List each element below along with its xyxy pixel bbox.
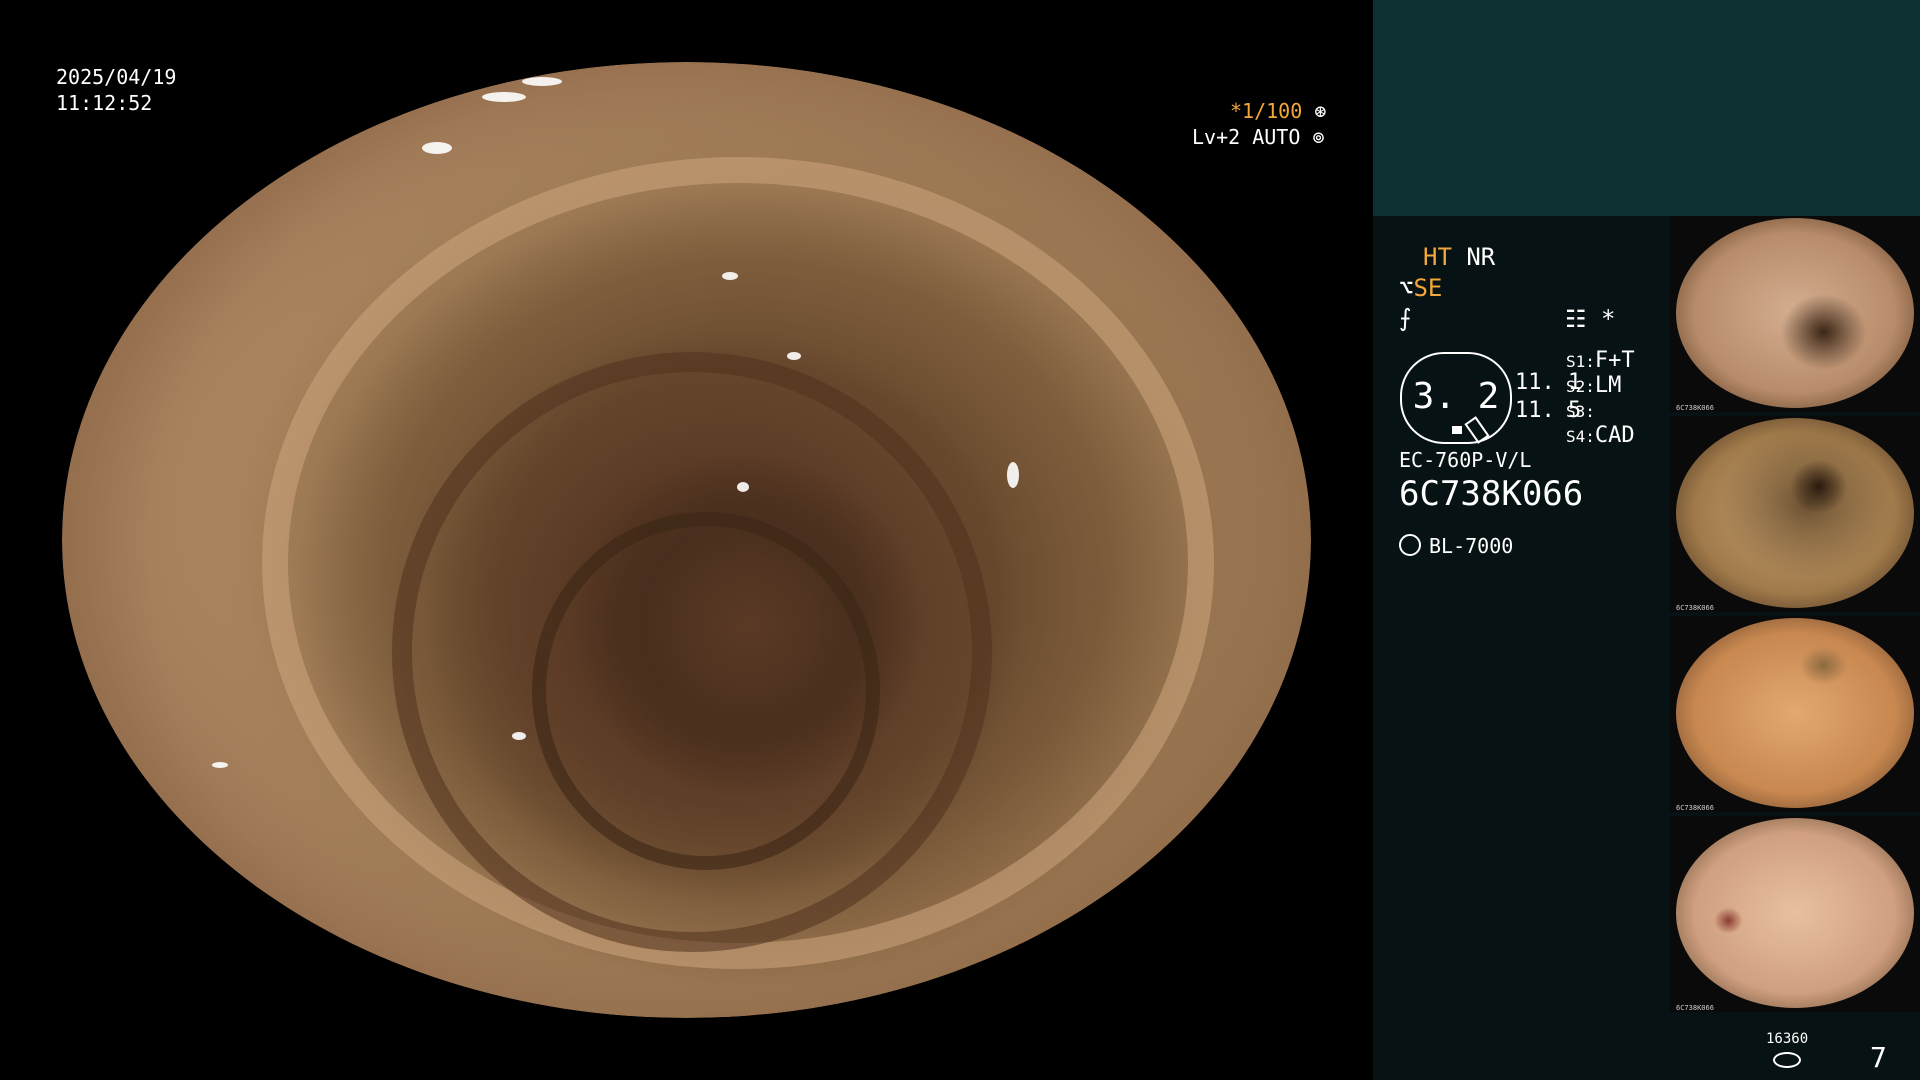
brightness-level: Lv+2 bbox=[1192, 125, 1241, 149]
light-source-icon bbox=[1399, 534, 1421, 556]
specular-highlight bbox=[212, 762, 228, 768]
magnification-marker bbox=[1452, 426, 1462, 434]
specular-highlight bbox=[787, 352, 801, 360]
thumbnail-3[interactable]: 6C738K066 bbox=[1670, 616, 1920, 812]
image-processing-status: HT NR bbox=[1423, 243, 1495, 271]
switch-2-setting: S2:LM bbox=[1566, 373, 1622, 398]
magnification-value: 3. 2 bbox=[1412, 376, 1500, 417]
auto-mode: AUTO bbox=[1252, 125, 1301, 149]
thumbnail-4[interactable]: 6C738K066 bbox=[1670, 816, 1920, 1012]
switch-4-setting: S4:CAD bbox=[1566, 423, 1635, 448]
switch-2-value: LM bbox=[1594, 373, 1622, 398]
structure-enhance-icon: ⌥ bbox=[1399, 274, 1414, 302]
status-side-panel: HT NR ⌥SE ⨍ ☷ * 3. 2 11. 1 11. 5 S1:F+T … bbox=[1373, 0, 1920, 1080]
light-source-info: BL-7000 bbox=[1399, 534, 1513, 558]
specular-highlight bbox=[1007, 462, 1019, 488]
storage-counter-small: 16360 bbox=[1766, 1031, 1809, 1047]
captured-image-thumbnails: 6C738K066 6C738K066 6C738K066 6C738K066 bbox=[1670, 216, 1920, 1016]
nr-indicator: NR bbox=[1466, 243, 1496, 271]
scope-serial-number: 6C738K066 bbox=[1399, 474, 1584, 514]
time-text: 11:12:52 bbox=[56, 91, 153, 115]
thumbnail-1[interactable]: 6C738K066 bbox=[1670, 216, 1920, 412]
specular-highlight bbox=[512, 732, 526, 740]
thumbnail-image bbox=[1676, 218, 1914, 408]
endoscope-image-frame bbox=[62, 62, 1311, 1018]
capture-counter: 7 bbox=[1870, 1041, 1887, 1074]
ht-indicator: HT bbox=[1423, 243, 1452, 271]
endoscope-live-image bbox=[62, 62, 1311, 1018]
switch-1-value: F+T bbox=[1594, 348, 1635, 373]
aperture-icon: ⊛ bbox=[1314, 99, 1327, 123]
thumbnail-2[interactable]: 6C738K066 bbox=[1670, 416, 1920, 612]
settings-icon: ☷ bbox=[1565, 305, 1587, 333]
storage-icon bbox=[1773, 1052, 1801, 1068]
shutter-prefix: * bbox=[1230, 99, 1243, 123]
thumbnail-image bbox=[1676, 618, 1914, 808]
light-source-model: BL-7000 bbox=[1429, 534, 1514, 558]
thumbnail-label: 6C738K066 bbox=[1676, 1004, 1714, 1012]
switch-3-label: S3 bbox=[1566, 402, 1586, 421]
se-indicator: SE bbox=[1413, 274, 1443, 302]
switch-2-label: S2 bbox=[1566, 377, 1586, 396]
switch-1-setting: S1:F+T bbox=[1566, 348, 1635, 373]
thumbnail-image bbox=[1676, 818, 1914, 1008]
date-text: 2025/04/19 bbox=[56, 65, 177, 89]
specular-highlight bbox=[737, 482, 749, 492]
switch-4-value: CAD bbox=[1594, 423, 1635, 448]
magnification-badge: 3. 2 bbox=[1400, 352, 1512, 444]
endoscope-main-view: 2025/04/19 11:12:52 *1/100 ⊛ Lv+2 AUTO ⊚ bbox=[0, 0, 1373, 1080]
exposure-display: *1/100 ⊛ Lv+2 AUTO ⊚ bbox=[1192, 98, 1373, 150]
shutter-speed: 1/100 bbox=[1242, 99, 1303, 123]
specular-highlight bbox=[522, 77, 562, 86]
date-time-display: 2025/04/19 11:12:52 bbox=[56, 64, 176, 116]
specular-highlight bbox=[722, 272, 738, 280]
switch-1-label: S1 bbox=[1566, 352, 1586, 371]
specular-highlight bbox=[482, 92, 526, 102]
thumbnail-label: 6C738K066 bbox=[1676, 404, 1714, 412]
mode-indicators: ☷ * bbox=[1565, 305, 1615, 333]
color-mode-icon: ⨍ bbox=[1399, 304, 1412, 332]
magnification-tick-icon bbox=[1464, 416, 1490, 444]
colon-fold-inner bbox=[532, 512, 880, 870]
thumbnail-label: 6C738K066 bbox=[1676, 804, 1714, 812]
thumbnail-label: 6C738K066 bbox=[1676, 604, 1714, 612]
iris-icon: ⊚ bbox=[1312, 125, 1325, 149]
switch-4-label: S4 bbox=[1566, 427, 1586, 446]
structure-enhance-status: ⌥SE bbox=[1399, 274, 1442, 302]
side-panel-header-area bbox=[1373, 0, 1920, 216]
scope-model: EC-760P-V/L bbox=[1399, 448, 1532, 472]
switch-3-setting: S3: bbox=[1566, 402, 1595, 421]
specular-highlight bbox=[422, 142, 452, 154]
thumbnail-image bbox=[1676, 418, 1914, 608]
star-indicator: * bbox=[1600, 305, 1616, 333]
